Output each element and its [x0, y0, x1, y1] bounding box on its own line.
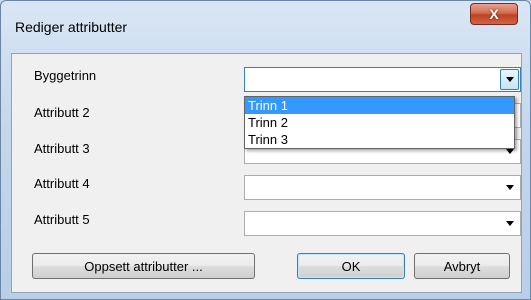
chevron-down-icon[interactable] — [500, 177, 519, 198]
attributt-5-combobox[interactable] — [244, 211, 521, 236]
setup-attributes-button[interactable]: Oppsett attributter ... — [32, 253, 255, 279]
field-label-attributt-3: Attributt 3 — [34, 141, 90, 156]
cancel-button[interactable]: Avbryt — [414, 253, 510, 279]
dropdown-option-trinn-1[interactable]: Trinn 1 — [245, 97, 514, 114]
field-label-attributt-2: Attributt 2 — [34, 105, 90, 120]
ok-button[interactable]: OK — [297, 253, 405, 279]
byggetrinn-combobox[interactable] — [244, 67, 521, 92]
title-bar[interactable]: Rediger attributter X — [1, 1, 530, 53]
dropdown-option-trinn-3[interactable]: Trinn 3 — [245, 131, 514, 148]
chevron-down-icon[interactable] — [500, 69, 519, 90]
close-icon: X — [489, 6, 499, 22]
field-label-byggetrinn: Byggetrinn — [34, 68, 97, 83]
dialog-title: Rediger attributter — [15, 19, 128, 35]
dialog-body: Byggetrinn Attributt 2 Attributt 3 Attri… — [11, 53, 522, 293]
field-label-attributt-5: Attributt 5 — [34, 212, 90, 227]
dropdown-option-trinn-2[interactable]: Trinn 2 — [245, 114, 514, 131]
byggetrinn-dropdown-list: Trinn 1 Trinn 2 Trinn 3 — [244, 96, 515, 149]
dialog-window: Rediger attributter X Byggetrinn Attribu… — [0, 0, 531, 300]
attributt-4-combobox[interactable] — [244, 175, 521, 200]
chevron-down-icon[interactable] — [500, 213, 519, 234]
field-label-attributt-4: Attributt 4 — [34, 176, 90, 191]
close-button[interactable]: X — [470, 3, 518, 25]
